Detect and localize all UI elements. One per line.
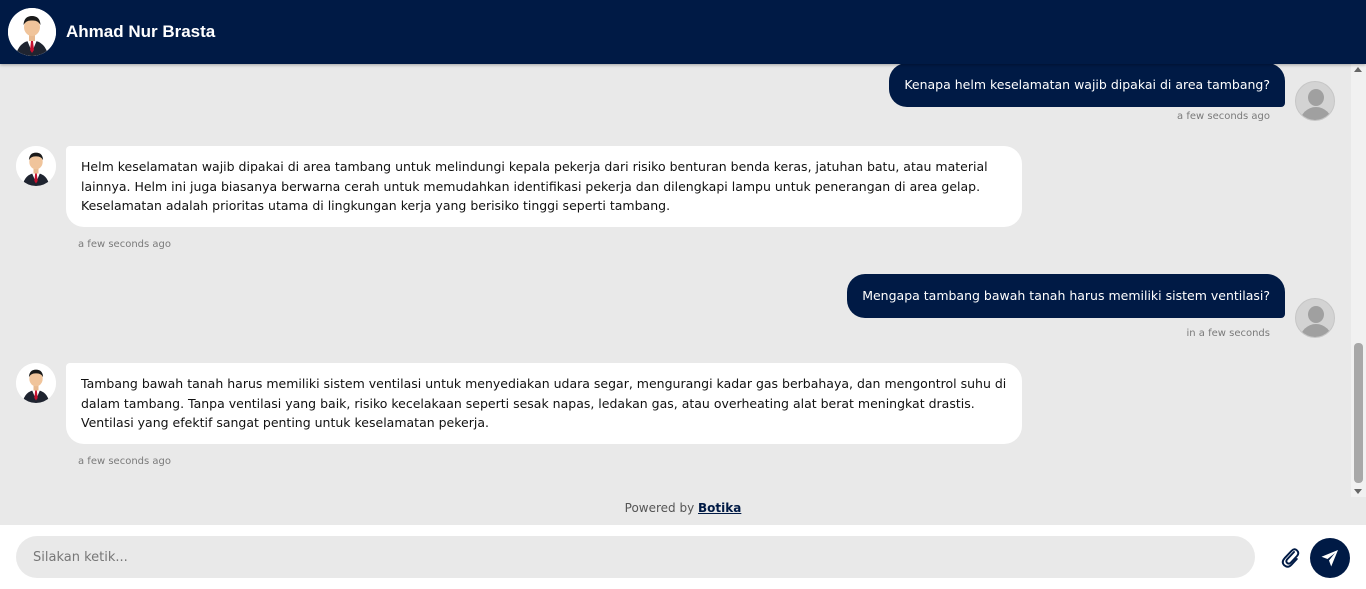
powered-by-label: Powered by [624, 501, 695, 515]
person-suit-avatar-icon [8, 8, 56, 56]
bot-message-bubble: Helm keselamatan wajib dipakai di area t… [66, 146, 1022, 228]
scrollbar[interactable] [1351, 64, 1366, 497]
bot-avatar-icon [16, 146, 56, 186]
chat-title: Ahmad Nur Brasta [66, 22, 216, 41]
scroll-up-icon[interactable] [1354, 67, 1362, 72]
scrollbar-thumb[interactable] [1354, 343, 1363, 483]
message-timestamp: a few seconds ago [78, 456, 171, 467]
user-avatar-icon [1295, 81, 1335, 121]
bot-avatar-icon [16, 363, 56, 403]
chat-header: Ahmad Nur Brasta [0, 0, 1366, 64]
powered-by: Powered by Botika [0, 501, 1366, 515]
paperclip-icon[interactable] [1280, 546, 1300, 568]
message-input[interactable] [16, 536, 1255, 578]
user-message-bubble: Kenapa helm keselamatan wajib dipakai di… [889, 64, 1285, 107]
message-timestamp: a few seconds ago [78, 239, 171, 250]
user-avatar-icon [1295, 298, 1335, 338]
scroll-down-icon[interactable] [1354, 489, 1362, 494]
botika-link[interactable]: Botika [698, 501, 741, 515]
composer [0, 525, 1366, 589]
paper-plane-icon [1321, 550, 1338, 567]
bot-message-bubble: Tambang bawah tanah harus memiliki siste… [66, 363, 1022, 445]
user-message-bubble: Mengapa tambang bawah tanah harus memili… [847, 274, 1285, 318]
message-timestamp: a few seconds ago [1177, 111, 1270, 122]
send-button[interactable] [1310, 538, 1350, 578]
message-timestamp: in a few seconds [1186, 328, 1270, 339]
message-list: Kenapa helm keselamatan wajib dipakai di… [0, 64, 1366, 525]
